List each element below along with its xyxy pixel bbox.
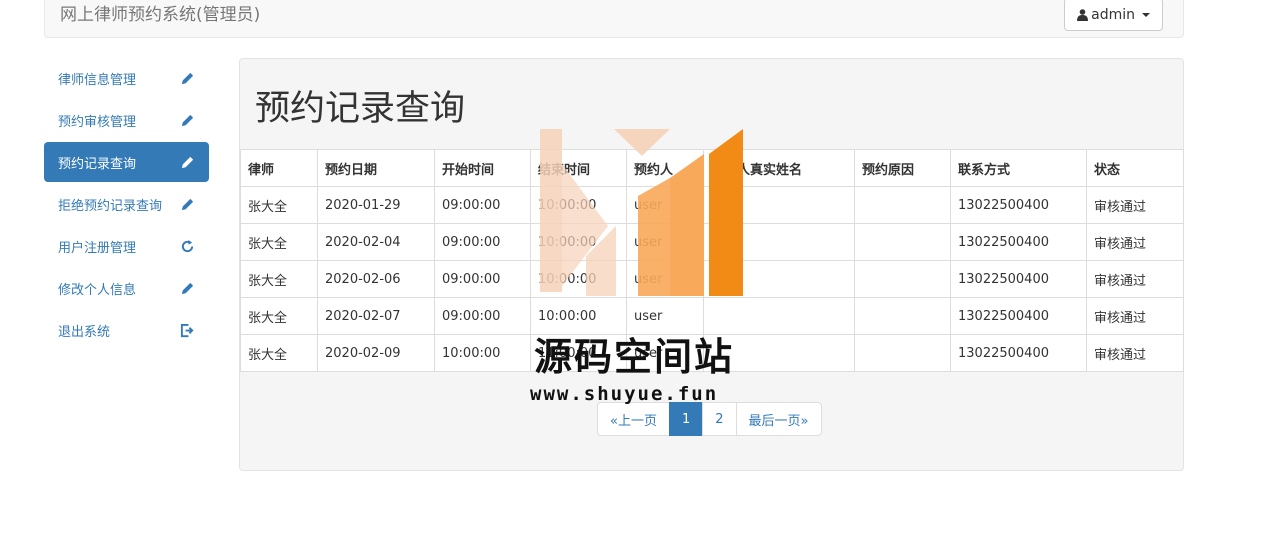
column-header-booker-real-name: 预约人真实姓名: [703, 149, 855, 187]
cell-lawyer: 张大全: [240, 223, 318, 261]
cell-end-time: 10:00:00: [530, 260, 627, 298]
table-header-row: 律师 预约日期 开始时间 结束时间 预约人 预约人真实姓名 预约原因 联系方式 …: [240, 149, 1184, 187]
cell-start-time: 09:00:00: [434, 186, 531, 224]
sidebar-nav: 律师信息管理 预约审核管理 预约记录查询 拒绝预约记录查询 用户注册管理 修改个…: [44, 58, 209, 352]
sidebar-item-label: 律师信息管理: [58, 72, 137, 88]
page-title: 预约记录查询: [255, 89, 466, 129]
cell-contact: 13022500400: [950, 223, 1087, 261]
refresh-icon: [181, 239, 194, 252]
cell-lawyer: 张大全: [240, 334, 318, 372]
pencil-icon: [181, 282, 194, 294]
cell-status: 审核通过: [1086, 186, 1184, 224]
user-menu-label: admin: [1091, 6, 1135, 23]
column-header-booker: 预约人: [626, 149, 704, 187]
pagination-prev-link[interactable]: «上一页: [597, 402, 670, 436]
pagination: «上一页 1 2 最后一页»: [597, 402, 822, 436]
sidebar-item-label: 修改个人信息: [58, 282, 137, 298]
cell-date: 2020-02-06: [317, 260, 435, 298]
cell-end-time: 10:00:00: [530, 186, 627, 224]
pencil-icon: [181, 198, 194, 210]
pagination-last-link[interactable]: 最后一页»: [735, 402, 822, 436]
column-header-end-time: 结束时间: [530, 149, 627, 187]
sidebar-item-label: 退出系统: [58, 324, 111, 340]
sidebar-item-rejected-records[interactable]: 拒绝预约记录查询: [44, 184, 209, 224]
cell-status: 审核通过: [1086, 223, 1184, 261]
sidebar-item-label: 用户注册管理: [58, 240, 137, 256]
cell-booker-real-name: [703, 186, 855, 224]
column-header-contact: 联系方式: [950, 149, 1087, 187]
content-panel: 预约记录查询 律师 预约日期 开始时间 结束时间 预约人 预约人真实姓名 预约原…: [239, 58, 1184, 471]
cell-start-time: 10:00:00: [434, 334, 531, 372]
cell-booker-real-name: [703, 223, 855, 261]
cell-booker-real-name: [703, 260, 855, 298]
pencil-icon: [181, 156, 194, 168]
cell-lawyer: 张大全: [240, 260, 318, 298]
cell-booker-real-name: [703, 297, 855, 335]
cell-status: 审核通过: [1086, 297, 1184, 335]
logout-icon: [180, 323, 194, 337]
cell-start-time: 09:00:00: [434, 297, 531, 335]
sidebar-item-label: 预约记录查询: [58, 156, 137, 172]
pagination-page-2[interactable]: 2: [702, 402, 737, 436]
column-header-lawyer: 律师: [240, 149, 318, 187]
user-icon: [1077, 8, 1089, 21]
cell-status: 审核通过: [1086, 334, 1184, 372]
table-row: 张大全 2020-02-04 09:00:00 10:00:00 user 13…: [240, 223, 1184, 261]
sidebar-item-logout[interactable]: 退出系统: [44, 310, 209, 350]
cell-booker-real-name: [703, 334, 855, 372]
pagination-page-1[interactable]: 1: [668, 402, 704, 436]
cell-contact: 13022500400: [950, 334, 1087, 372]
records-table: 律师 预约日期 开始时间 结束时间 预约人 预约人真实姓名 预约原因 联系方式 …: [240, 149, 1184, 372]
cell-start-time: 09:00:00: [434, 260, 531, 298]
brand-title[interactable]: 网上律师预约系统(管理员): [60, 3, 260, 27]
cell-date: 2020-02-07: [317, 297, 435, 335]
column-header-reason: 预约原因: [854, 149, 951, 187]
cell-booker: user: [626, 186, 704, 224]
cell-contact: 13022500400: [950, 186, 1087, 224]
cell-start-time: 09:00:00: [434, 223, 531, 261]
table-row: 张大全 2020-01-29 09:00:00 10:00:00 user 13…: [240, 186, 1184, 224]
caret-down-icon: [1142, 12, 1150, 17]
sidebar-item-edit-profile[interactable]: 修改个人信息: [44, 268, 209, 308]
table-row: 张大全 2020-02-06 09:00:00 10:00:00 user 13…: [240, 260, 1184, 298]
cell-booker: user: [626, 334, 704, 372]
table-row: 张大全 2020-02-09 10:00:00 11:00:00 user 13…: [240, 334, 1184, 372]
cell-end-time: 10:00:00: [530, 297, 627, 335]
sidebar-item-label: 拒绝预约记录查询: [58, 198, 163, 214]
cell-lawyer: 张大全: [240, 186, 318, 224]
pencil-icon: [181, 114, 194, 126]
sidebar-item-appointment-review[interactable]: 预约审核管理: [44, 100, 209, 140]
table-row: 张大全 2020-02-07 09:00:00 10:00:00 user 13…: [240, 297, 1184, 335]
cell-reason: [854, 334, 951, 372]
cell-lawyer: 张大全: [240, 297, 318, 335]
sidebar-item-label: 预约审核管理: [58, 114, 137, 130]
sidebar-item-user-registration[interactable]: 用户注册管理: [44, 226, 209, 266]
cell-contact: 13022500400: [950, 297, 1087, 335]
column-header-status: 状态: [1086, 149, 1184, 187]
user-menu-button[interactable]: admin: [1064, 0, 1163, 31]
cell-end-time: 10:00:00: [530, 223, 627, 261]
cell-contact: 13022500400: [950, 260, 1087, 298]
cell-booker: user: [626, 260, 704, 298]
cell-reason: [854, 260, 951, 298]
cell-status: 审核通过: [1086, 260, 1184, 298]
top-navbar: 网上律师预约系统(管理员) admin: [44, 0, 1184, 38]
column-header-start-time: 开始时间: [434, 149, 531, 187]
sidebar-item-lawyer-info[interactable]: 律师信息管理: [44, 58, 209, 98]
pencil-icon: [181, 72, 194, 84]
cell-booker: user: [626, 297, 704, 335]
column-header-date: 预约日期: [317, 149, 435, 187]
cell-booker: user: [626, 223, 704, 261]
cell-date: 2020-01-29: [317, 186, 435, 224]
cell-reason: [854, 223, 951, 261]
cell-reason: [854, 297, 951, 335]
cell-reason: [854, 186, 951, 224]
cell-date: 2020-02-04: [317, 223, 435, 261]
sidebar-item-appointment-records[interactable]: 预约记录查询: [44, 142, 209, 182]
cell-date: 2020-02-09: [317, 334, 435, 372]
cell-end-time: 11:00:00: [530, 334, 627, 372]
